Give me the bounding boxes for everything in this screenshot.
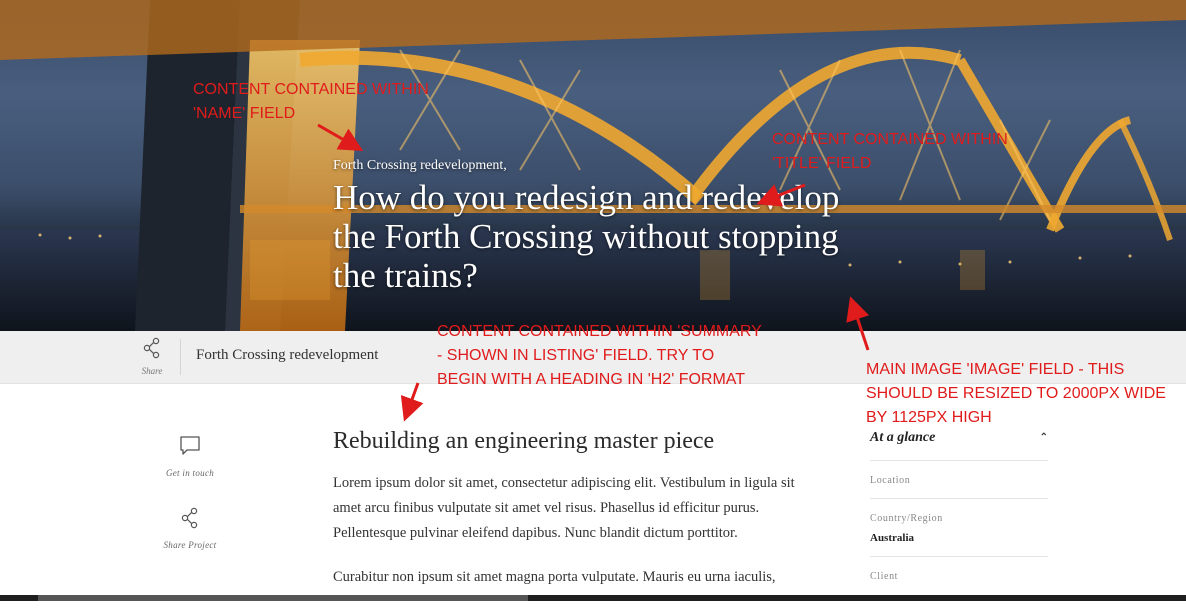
annotation-title-field: CONTENT CONTAINED WITHIN 'TITLE' FIELD <box>772 131 1008 172</box>
at-a-glance-panel: At a glance ⌃ Location Country/Region Au… <box>870 430 1048 594</box>
get-in-touch-button[interactable]: Get in touch <box>150 435 230 478</box>
divider <box>180 339 181 375</box>
share-project-label: Share Project <box>163 540 217 550</box>
share-icon <box>181 507 198 529</box>
country-label: Country/Region <box>870 513 943 524</box>
hero-text: Forth Crossing redevelopment, How do you… <box>333 158 853 295</box>
bottom-scrollbar[interactable] <box>0 595 1186 601</box>
summary-paragraph: Curabitur non ipsum sit amet magna porta… <box>333 569 776 585</box>
scroll-thumb[interactable] <box>38 595 528 601</box>
summary-content: Rebuilding an engineering master piece L… <box>333 428 818 609</box>
share-button[interactable]: Share <box>128 337 176 377</box>
bar-project-name: Forth Crossing redevelopment <box>196 347 379 363</box>
chevron-up-icon: ⌃ <box>1039 432 1048 443</box>
client-label: Client <box>870 571 899 582</box>
annotation-name-field: CONTENT CONTAINED WITHIN 'NAME' FIELD <box>193 81 429 122</box>
share-project-button[interactable]: Share Project <box>150 507 230 550</box>
summary-paragraph: Lorem ipsum dolor sit amet, consectetur … <box>333 475 795 541</box>
location-row: Location <box>870 461 1048 499</box>
arrow-to-summary <box>400 382 424 422</box>
share-icon <box>143 337 160 359</box>
share-label: Share <box>141 366 163 376</box>
country-value: Australia <box>870 532 914 544</box>
page-title: How do you redesign and redevelop the Fo… <box>333 178 840 295</box>
client-row: Client <box>870 557 1048 594</box>
annotation-summary-field: CONTENT CONTAINED WITHIN 'SUMMARY - SHOW… <box>437 323 762 388</box>
annotation-image-field: MAIN IMAGE 'IMAGE' FIELD - THIS SHOULD B… <box>866 361 1166 426</box>
summary-heading: Rebuilding an engineering master piece <box>333 428 715 454</box>
get-in-touch-label: Get in touch <box>165 468 215 478</box>
at-a-glance-title: At a glance <box>870 430 936 445</box>
chat-bubble-icon <box>180 436 200 455</box>
at-a-glance-toggle[interactable]: At a glance ⌃ <box>870 430 1048 461</box>
location-label: Location <box>870 475 911 486</box>
country-row: Country/Region Australia <box>870 499 1048 557</box>
